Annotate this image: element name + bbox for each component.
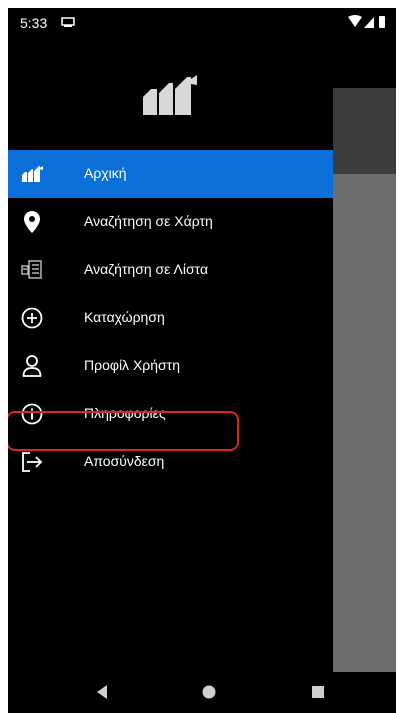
menu-item-map-search[interactable]: Αναζήτηση σε Χάρτη [8, 198, 333, 246]
menu-item-label: Αναζήτηση σε Λίστα [84, 261, 209, 277]
navigation-drawer: Αρχική Αναζήτηση σε Χάρτη Αναζήτηση σε Λ… [8, 38, 333, 672]
menu-item-label: Προφίλ Χρήστη [84, 357, 180, 373]
menu-item-label: Καταχώρηση [84, 309, 165, 325]
menu-item-add-listing[interactable]: Καταχώρηση [8, 294, 333, 342]
add-circle-icon [20, 306, 44, 330]
status-icons [348, 15, 388, 32]
menu-item-home[interactable]: Αρχική [8, 150, 333, 198]
user-icon [20, 354, 44, 378]
phone-screen: 5:33 Αρχική Αναζήτηση σε Χάρτη Αναζήτηση… [8, 8, 396, 713]
back-icon[interactable] [90, 680, 114, 704]
recents-icon[interactable] [306, 680, 330, 704]
menu-item-label: Αποσύνδεση [84, 453, 165, 469]
wifi-signal-battery-icon [348, 15, 385, 28]
menu-item-label: Αναζήτηση σε Χάρτη [84, 213, 213, 229]
logout-highlight-outline [8, 411, 239, 451]
home-logo-icon [20, 162, 44, 186]
app-logo-icon [141, 75, 201, 115]
home-icon[interactable] [197, 680, 221, 704]
status-time: 5:33 [20, 15, 48, 31]
menu-item-label: Αρχική [84, 165, 127, 181]
menu-item-list-search[interactable]: Αναζήτηση σε Λίστα [8, 246, 333, 294]
background-app-toolbar [333, 88, 396, 174]
system-nav-bar [8, 672, 396, 713]
list-search-icon [20, 258, 44, 282]
cast-icon [61, 15, 75, 31]
status-bar: 5:33 [8, 8, 396, 38]
logout-icon [20, 450, 44, 474]
background-app-scrim[interactable] [333, 174, 396, 672]
map-pin-icon [20, 210, 44, 234]
menu-item-user-profile[interactable]: Προφίλ Χρήστη [8, 342, 333, 390]
